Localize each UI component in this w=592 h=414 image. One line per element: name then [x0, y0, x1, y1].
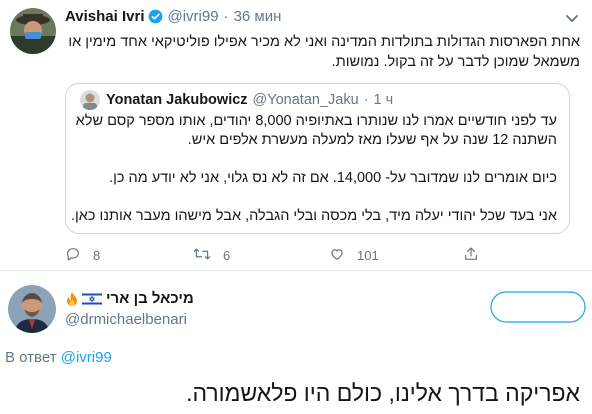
quote-text-line: השתנה 12 שנה על אף שעלו מאז למעלה מעשרת …	[187, 132, 557, 148]
verified-badge-icon	[148, 9, 163, 24]
quoted-tweet[interactable]: Yonatan Jakubowicz @Yonatan_Jaku · 1 ч ע…	[65, 83, 570, 234]
header-separator: ·	[223, 8, 229, 25]
reply-author-name[interactable]: מיכאל בן ארי	[106, 290, 194, 307]
chevron-down-icon[interactable]	[562, 8, 582, 28]
like-button[interactable]: 101	[329, 246, 379, 265]
in-reply-label: В ответ	[5, 349, 57, 366]
share-button[interactable]	[463, 246, 491, 265]
in-reply-to: В ответ @ivri99	[5, 349, 112, 366]
tweet-text: אחת הפארסות הגדולות בתולדות המדינה ואני …	[65, 32, 580, 72]
reply-button[interactable]: 8	[65, 246, 100, 265]
follow-button[interactable]	[490, 291, 586, 323]
quote-author-handle: @Yonatan_Jaku	[252, 92, 359, 108]
tweet-text-line: אחת הפארסות הגדולות בתולדות המדינה ואני …	[68, 34, 580, 50]
reply-icon	[65, 246, 93, 265]
quote-author-name: Yonatan Jakubowicz	[106, 92, 248, 108]
retweet-count: 6	[223, 248, 231, 263]
share-icon	[463, 246, 491, 265]
quote-timestamp: 1 ч	[373, 92, 394, 108]
tweet-timestamp[interactable]: 36 мин	[234, 8, 282, 25]
quote-text-line: כיום אומרים לנו שמדובר על- 14,000. אם זה…	[109, 170, 557, 186]
retweet-icon	[193, 246, 223, 265]
author-avatar[interactable]	[10, 8, 56, 54]
tweet-text-line: משמאל שמוכן לדבר על זה בקול. נמושות.	[331, 54, 580, 70]
main-tweet: Avishai Ivri @ivri99 · 36 мин אחת הפארסו…	[0, 0, 592, 271]
reply-text: אפריקה בדרך אלינו, כולם היו פלאשמורה.	[186, 380, 580, 406]
quote-author-avatar	[80, 90, 100, 110]
in-reply-handle-link[interactable]: @ivri99	[61, 349, 112, 366]
quote-text-line: עד לפני חודשיים אמרו לנו שנותרו באתיופיה…	[75, 113, 557, 129]
fire-icon	[65, 291, 79, 307]
tweet-actions: 8 6 101	[65, 246, 485, 266]
quote-separator: ·	[363, 92, 369, 108]
author-name[interactable]: Avishai Ivri	[65, 8, 144, 25]
reply-count: 8	[93, 248, 101, 263]
like-count: 101	[357, 248, 379, 263]
heart-icon	[329, 246, 357, 265]
reply-author-name-row: מיכאל בן ארי	[65, 290, 194, 307]
retweet-button[interactable]: 6	[193, 246, 230, 265]
quote-header: Yonatan Jakubowicz @Yonatan_Jaku · 1 ч	[80, 90, 393, 110]
quote-text-line: אני בעד שכל יהודי יעלה מיד, בלי מכסה ובל…	[71, 208, 557, 224]
author-handle[interactable]: @ivri99	[167, 8, 218, 25]
tweet-header: Avishai Ivri @ivri99 · 36 мин	[65, 8, 281, 25]
reply-author-handle[interactable]: @drmichaelbenari	[65, 311, 187, 328]
reply-author-avatar[interactable]	[8, 285, 56, 333]
israel-flag-icon	[81, 291, 103, 306]
